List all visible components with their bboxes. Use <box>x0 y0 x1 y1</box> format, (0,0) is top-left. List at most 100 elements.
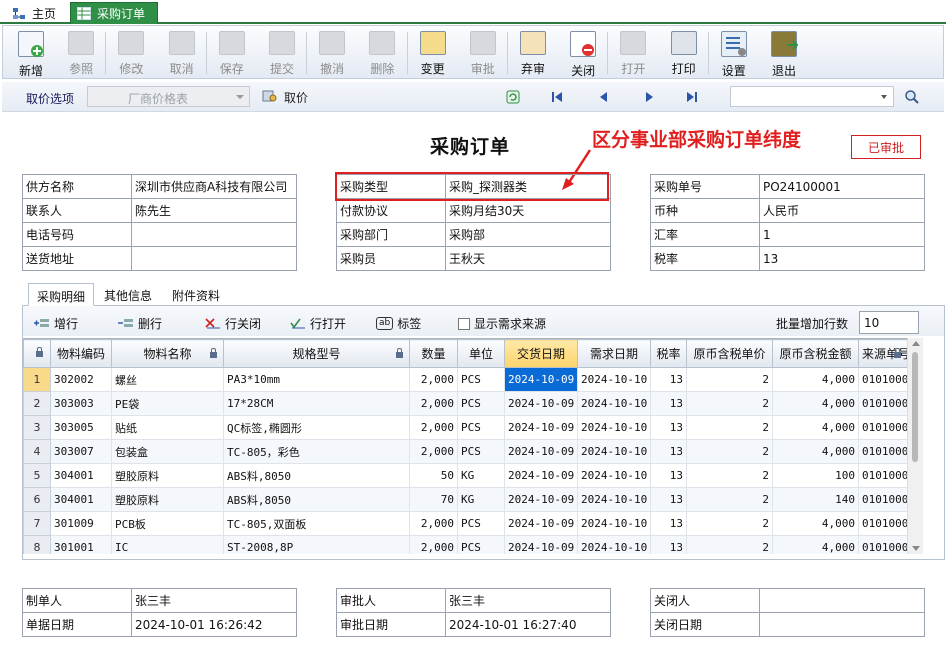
column-header[interactable]: 税率 <box>650 339 687 368</box>
table-cell[interactable]: 塑胶原料 <box>111 463 224 488</box>
refresh-icon[interactable] <box>506 90 520 104</box>
field-value[interactable]: 2024-10-01 16:26:42 <box>131 612 297 637</box>
delete-row-button[interactable]: 删行 <box>118 315 162 332</box>
table-cell[interactable]: ABS料,8050 <box>223 463 410 488</box>
column-header[interactable]: 来源单号 <box>858 339 907 368</box>
table-cell[interactable]: PCS <box>457 415 505 440</box>
grid-scrollbar[interactable] <box>907 338 923 554</box>
tab-purchase-order[interactable]: 采购订单 <box>70 2 159 24</box>
toolbar-button-8[interactable]: 变更 <box>409 29 457 77</box>
table-cell[interactable]: 304001 <box>50 487 112 512</box>
toolbar-button-11[interactable]: 关闭 <box>559 29 607 78</box>
table-cell[interactable]: 13 <box>650 391 687 416</box>
column-header[interactable]: 交货日期 <box>504 339 578 368</box>
table-cell[interactable]: 2 <box>686 367 773 392</box>
table-cell[interactable]: 4,000 <box>772 439 859 464</box>
table-cell[interactable]: PCS <box>457 391 505 416</box>
table-cell[interactable]: 2,000 <box>409 439 458 464</box>
toolbar-button-1[interactable]: 参照 <box>57 29 105 77</box>
table-cell[interactable]: 13 <box>650 535 687 554</box>
table-cell[interactable]: 2024-10-09 <box>504 535 578 554</box>
scroll-up-icon[interactable] <box>912 341 920 346</box>
toolbar-button-4[interactable]: 保存 <box>208 29 256 77</box>
field-value[interactable]: 人民币 <box>759 198 925 223</box>
field-value[interactable]: 采购部 <box>445 222 611 247</box>
table-cell[interactable]: 4,000 <box>772 415 859 440</box>
table-cell[interactable]: 2 <box>686 415 773 440</box>
table-cell[interactable]: 2024-10-10 <box>577 391 651 416</box>
table-cell[interactable]: PE袋 <box>111 391 224 416</box>
table-cell[interactable]: TC-805，彩色 <box>223 439 410 464</box>
close-row-button[interactable]: 行关闭 <box>205 315 261 332</box>
table-cell[interactable]: PCS <box>457 511 505 536</box>
table-cell[interactable]: 01010001 <box>858 511 907 536</box>
tab-attachments[interactable]: 附件资料 <box>164 283 228 306</box>
toolbar-button-13[interactable]: 打印 <box>660 29 708 77</box>
table-cell[interactable]: 01010001 <box>858 487 907 512</box>
field-value[interactable] <box>131 222 297 247</box>
table-cell[interactable]: PCS <box>457 535 505 554</box>
table-cell[interactable]: 2024-10-09 <box>504 511 578 536</box>
column-header[interactable]: 物料名称 <box>111 339 224 368</box>
table-cell[interactable]: 13 <box>650 487 687 512</box>
field-value[interactable]: 王秋天 <box>445 246 611 271</box>
table-row[interactable]: 3 303005 贴纸 QC标签,椭圆形 2,000 PCS 2024-10-09 2024-… <box>23 415 907 440</box>
tab-other-info[interactable]: 其他信息 <box>96 283 160 306</box>
table-row[interactable]: 4 303007 包装盒 TC-805，彩色 2,000 PCS 2024-10-09 202… <box>23 439 907 464</box>
toolbar-button-7[interactable]: 删除 <box>358 29 406 77</box>
toolbar-button-15[interactable]: 退出 <box>760 29 808 78</box>
table-cell[interactable]: 2024-10-09 <box>504 487 578 512</box>
field-value[interactable]: 陈先生 <box>131 198 297 223</box>
table-cell[interactable]: 303005 <box>50 415 112 440</box>
field-value[interactable]: 1 <box>759 222 925 247</box>
next-record-icon[interactable] <box>644 91 656 103</box>
column-header[interactable]: 需求日期 <box>577 339 651 368</box>
table-cell[interactable]: 2024-10-10 <box>577 367 651 392</box>
toolbar-button-12[interactable]: 打开 <box>609 29 657 77</box>
table-row[interactable]: 5 304001 塑胶原料 ABS料,8050 50 KG 2024-10-09 2024-1… <box>23 463 907 488</box>
batch-rows-input[interactable]: 10 <box>859 311 919 334</box>
table-cell[interactable]: 13 <box>650 439 687 464</box>
table-cell[interactable]: PCS <box>457 439 505 464</box>
table-cell[interactable]: 2024-10-10 <box>577 487 651 512</box>
field-value[interactable]: 张三丰 <box>445 588 611 613</box>
table-cell[interactable]: 2,000 <box>409 535 458 554</box>
table-cell[interactable]: 包装盒 <box>111 439 224 464</box>
field-value[interactable]: 深圳市供应商A科技有限公司 <box>131 174 297 199</box>
search-combo[interactable] <box>730 86 894 107</box>
table-cell[interactable]: 2 <box>686 487 773 512</box>
column-header[interactable]: 规格型号 <box>223 339 410 368</box>
table-cell[interactable]: 2024-10-10 <box>577 415 651 440</box>
table-cell[interactable]: 2024-10-09 <box>504 391 578 416</box>
table-cell[interactable]: 2 <box>686 511 773 536</box>
field-value[interactable]: 13 <box>759 246 925 271</box>
tab-home[interactable]: 主页 <box>6 2 64 24</box>
toolbar-button-3[interactable]: 取消 <box>158 29 206 77</box>
table-cell[interactable]: 17*28CM <box>223 391 410 416</box>
grid-corner[interactable] <box>23 339 51 368</box>
table-cell[interactable]: 01010001 <box>858 391 907 416</box>
table-cell[interactable]: 2024-10-10 <box>577 463 651 488</box>
column-header[interactable]: 数量 <box>409 339 458 368</box>
field-value[interactable]: PO24100001 <box>759 174 925 199</box>
table-cell[interactable]: 2 <box>686 439 773 464</box>
tag-button[interactable]: ab 标签 <box>376 315 421 332</box>
table-cell[interactable]: 140 <box>772 487 859 512</box>
table-cell[interactable]: 13 <box>650 463 687 488</box>
toolbar-button-9[interactable]: 审批 <box>459 29 507 77</box>
table-cell[interactable]: 100 <box>772 463 859 488</box>
search-icon[interactable] <box>904 89 920 105</box>
column-header[interactable]: 单位 <box>457 339 505 368</box>
table-cell[interactable]: 01010001 <box>858 463 907 488</box>
table-cell[interactable]: PA3*10mm <box>223 367 410 392</box>
table-cell[interactable]: 2,000 <box>409 367 458 392</box>
table-cell[interactable]: KG <box>457 463 505 488</box>
table-cell[interactable]: 螺丝 <box>111 367 224 392</box>
table-cell[interactable]: 2024-10-09 <box>504 415 578 440</box>
table-cell[interactable]: 303007 <box>50 439 112 464</box>
field-value[interactable]: 2024-10-01 16:27:40 <box>445 612 611 637</box>
table-cell[interactable]: 2,000 <box>409 415 458 440</box>
table-cell[interactable]: 01010001 <box>858 535 907 554</box>
field-value[interactable] <box>759 612 925 637</box>
toolbar-button-10[interactable]: 弃审 <box>509 29 557 77</box>
